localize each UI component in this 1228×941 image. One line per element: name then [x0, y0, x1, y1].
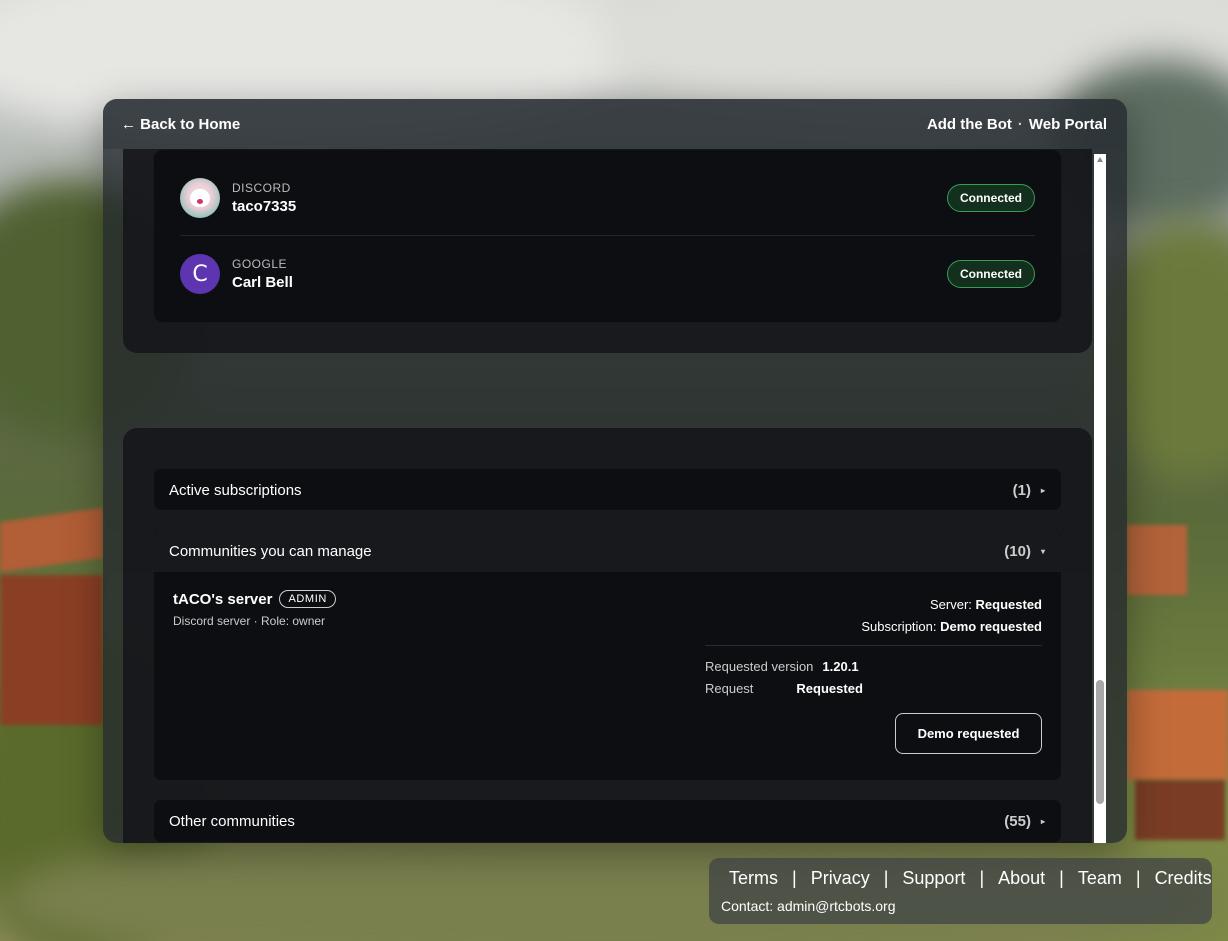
- scroll-up-arrow-icon[interactable]: [1097, 157, 1103, 162]
- connected-badge: Connected: [946, 260, 1035, 288]
- account-provider: GOOGLE: [232, 257, 288, 271]
- section-label: Other communities: [169, 812, 295, 830]
- section-count: (10): [1004, 542, 1031, 560]
- footer-link-credits[interactable]: Credits: [1155, 868, 1212, 889]
- manage-communities-section: Communities you can manage (10) ▾ tACO's …: [153, 529, 1062, 781]
- discord-avatar: [180, 177, 220, 218]
- account-name: Carl Bell: [232, 274, 293, 291]
- account-name: taco7335: [232, 197, 297, 215]
- account-provider: DISCORD: [232, 180, 291, 195]
- linked-accounts-card: DISCORD taco7335 Connected C GOOGLE Carl…: [123, 149, 1092, 353]
- communities-card: Active subscriptions (1) ▸ Communities yo…: [123, 428, 1092, 843]
- active-subscriptions-section: Active subscriptions (1) ▸: [153, 468, 1062, 511]
- google-avatar: C: [180, 254, 220, 294]
- caret-right-icon: ▸: [1040, 816, 1045, 826]
- other-communities-toggle[interactable]: Other communities (55) ▸: [154, 800, 1061, 842]
- section-count: (1): [1012, 481, 1031, 499]
- footer-link-terms[interactable]: Terms: [729, 868, 778, 889]
- caret-down-icon: ▾: [1040, 546, 1045, 556]
- community-name: tACO's server: [173, 590, 273, 608]
- footer-contact: Contact: admin@rtcbots.org: [721, 898, 896, 914]
- accounts-list: DISCORD taco7335 Connected C GOOGLE Carl…: [153, 149, 1062, 323]
- footer-link-privacy[interactable]: Privacy: [811, 868, 870, 889]
- caret-right-icon: ▸: [1040, 485, 1045, 495]
- footer-link-team[interactable]: Team: [1078, 868, 1122, 889]
- vertical-scrollbar[interactable]: [1094, 154, 1106, 843]
- scrollbar-thumb[interactable]: [1096, 680, 1104, 804]
- scroll-content[interactable]: DISCORD taco7335 Connected C GOOGLE Carl…: [103, 149, 1107, 843]
- subscription-status: Subscription: Demo requested: [861, 619, 1042, 634]
- footer-links: Terms | Privacy | Support | About | Team…: [729, 868, 1212, 889]
- manage-communities-toggle[interactable]: Communities you can manage (10) ▾: [154, 530, 1061, 572]
- account-row-google: C GOOGLE Carl Bell Connected: [180, 236, 1035, 312]
- divider: [705, 645, 1042, 646]
- admin-badge: ADMIN: [279, 590, 336, 608]
- active-subscriptions-toggle[interactable]: Active subscriptions (1) ▸: [154, 469, 1061, 511]
- server-status: Server: Requested: [930, 597, 1042, 612]
- site-footer: Terms | Privacy | Support | About | Team…: [709, 858, 1212, 924]
- footer-link-support[interactable]: Support: [902, 868, 965, 889]
- demo-requested-button[interactable]: Demo requested: [895, 713, 1042, 754]
- connected-badge: Connected: [946, 183, 1035, 212]
- community-item: tACO's server ADMIN Discord server · Rol…: [173, 590, 1042, 770]
- footer-link-about[interactable]: About: [998, 868, 1045, 889]
- portal-panel: ← Back to Home Add the Bot · Web Portal DI…: [103, 99, 1127, 843]
- community-status: Server: Requested Subscription: Demo req…: [705, 594, 1042, 700]
- section-count: (55): [1004, 812, 1031, 830]
- section-label: Communities you can manage: [169, 542, 372, 560]
- section-label: Active subscriptions: [169, 481, 302, 499]
- portal-title: Add the Bot · Web Portal: [926, 115, 1107, 133]
- panel-header: ← Back to Home Add the Bot · Web Portal: [103, 99, 1127, 149]
- back-to-home-link[interactable]: ← Back to Home: [121, 116, 240, 133]
- other-communities-section: Other communities (55) ▸: [153, 799, 1062, 843]
- request-status: Request Requested: [705, 681, 863, 696]
- requested-version: Requested version 1.20.1: [705, 659, 859, 674]
- account-row-discord: DISCORD taco7335 Connected: [180, 160, 1035, 236]
